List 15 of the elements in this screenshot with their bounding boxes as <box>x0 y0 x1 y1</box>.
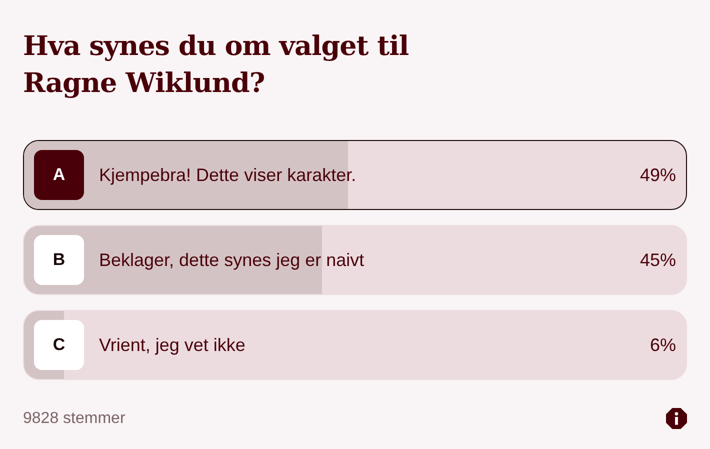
option-percent: 45% <box>640 250 676 270</box>
option-label: Vrient, jeg vet ikke <box>99 334 246 356</box>
option-percent: 49% <box>640 164 676 186</box>
option-letter: A <box>34 150 84 200</box>
option-label: Beklager, dette synes jeg er naivt <box>99 250 366 270</box>
info-icon[interactable] <box>666 408 687 429</box>
poll-option[interactable]: B Beklager, dette synes jeg er naivt 45% <box>23 225 687 295</box>
option-letter: C <box>34 320 84 370</box>
option-label: Kjempebra! Dette viser karakter. <box>99 164 358 186</box>
poll-question: Hva synes du om valget til Ragne Wiklund? <box>23 30 410 101</box>
poll-option[interactable]: A Kjempebra! Dette viser karakter. 49% <box>23 140 687 210</box>
option-percent: 6% <box>650 334 676 356</box>
poll-option[interactable]: C Vrient, jeg vet ikke 6% <box>23 310 687 380</box>
option-letter: B <box>34 235 84 285</box>
vote-count: 9828 stemmer <box>23 410 126 428</box>
